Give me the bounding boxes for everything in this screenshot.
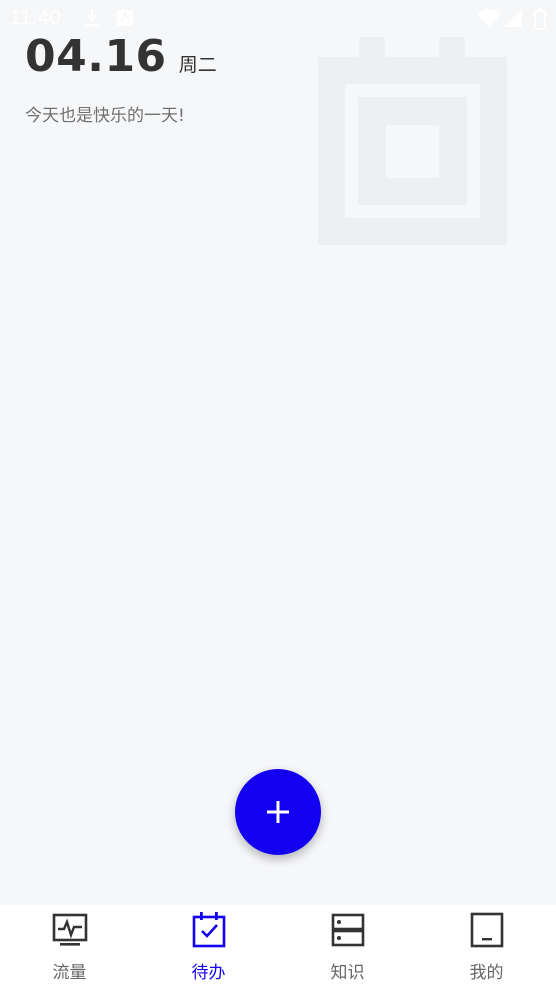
daily-motto: 今天也是快乐的一天!: [25, 106, 185, 126]
traffic-monitor-icon: [52, 913, 87, 946]
plus-icon: [267, 801, 289, 823]
knowledge-server-icon: [331, 913, 364, 947]
status-time: 11:40: [10, 7, 62, 29]
nav-item-knowledge[interactable]: 知识: [278, 905, 417, 988]
nav-label-todo: 待办: [191, 963, 226, 983]
current-date: 04.16: [25, 31, 167, 82]
calendar-check-icon: [192, 912, 225, 948]
nav-item-traffic[interactable]: 流量: [0, 905, 139, 988]
download-icon: [85, 9, 99, 27]
calendar-watermark-icon: [318, 37, 507, 245]
battery-icon: [534, 8, 546, 30]
nav-label-knowledge: 知识: [330, 963, 365, 983]
weekday-label: 周二: [178, 54, 217, 76]
nav-item-todo[interactable]: 待办: [139, 905, 278, 988]
app-screen: 11:40 04.16 周二 今天也是快乐的一天! 流量 待办 知识 我的: [0, 0, 556, 988]
date-header: 04.16 周二: [25, 31, 217, 82]
wifi-icon: [477, 9, 501, 27]
signal-icon: [504, 9, 522, 27]
profile-tablet-icon: [470, 912, 503, 948]
add-todo-button[interactable]: [235, 769, 321, 855]
notification-icon: [117, 10, 133, 26]
nav-item-mine[interactable]: 我的: [417, 905, 556, 988]
nav-label-mine: 我的: [469, 963, 504, 983]
nav-label-traffic: 流量: [52, 963, 87, 983]
bottom-navigation: 流量 待办 知识 我的: [0, 905, 556, 988]
